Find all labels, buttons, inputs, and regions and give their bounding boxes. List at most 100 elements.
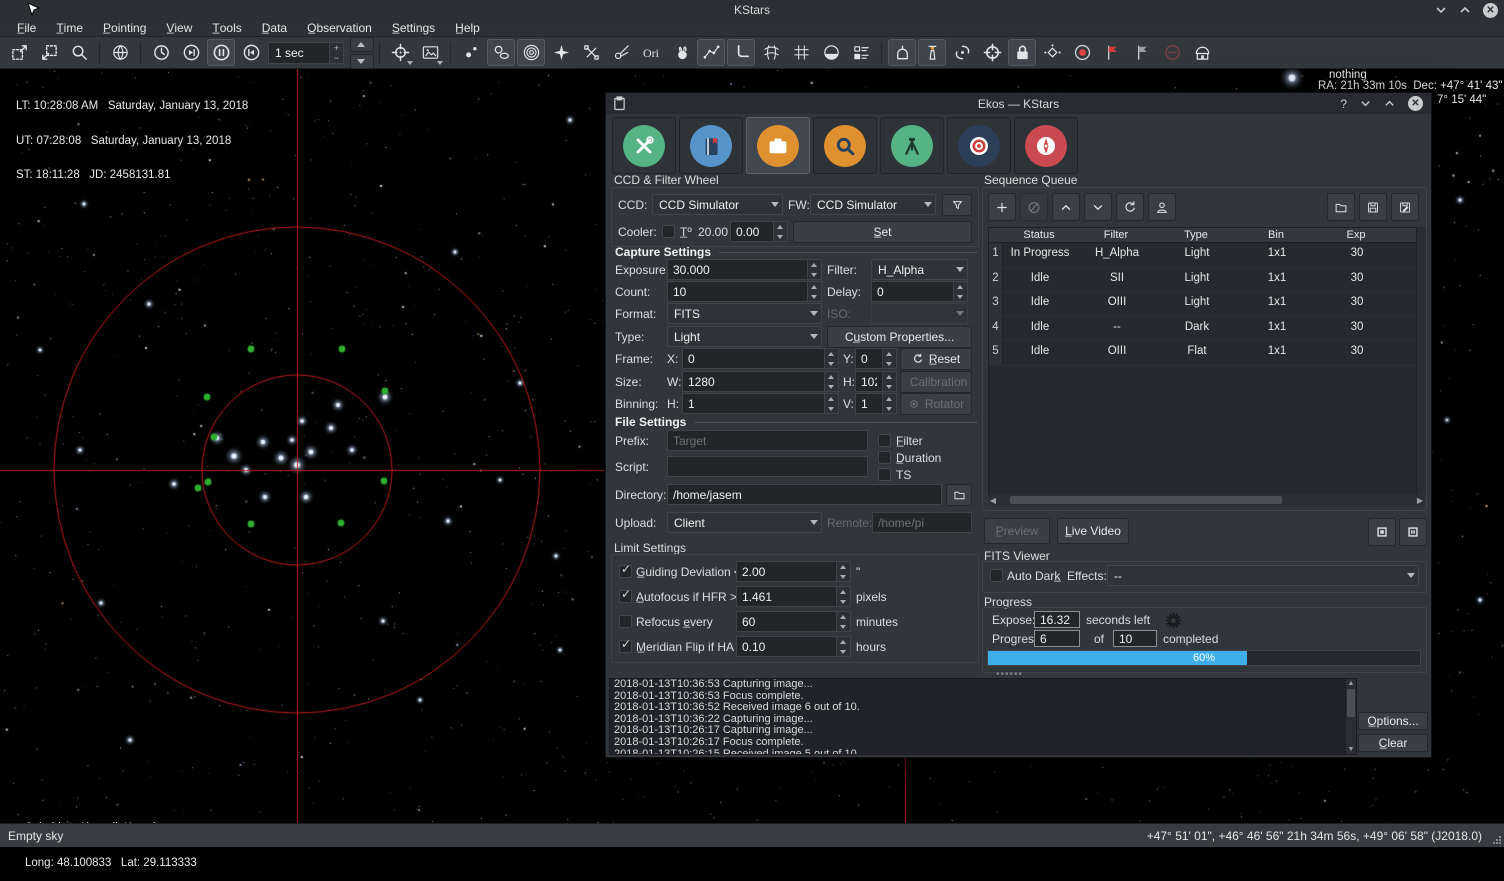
set-time-button[interactable] [147, 39, 175, 66]
ekos-tab-setup[interactable] [612, 117, 676, 174]
log-scrollbar[interactable]: ▲ ▼ [1345, 679, 1356, 754]
center-telescope-button[interactable] [978, 39, 1006, 66]
set-temperature-button[interactable]: S̲et [793, 221, 972, 243]
scroll-up-arrow-icon[interactable]: ▲ [1346, 679, 1356, 688]
time-step-unit-buttons[interactable]: +− [329, 42, 344, 64]
scroll-right-arrow-icon[interactable]: ▶ [1415, 495, 1425, 505]
show-dome-button[interactable] [888, 39, 916, 66]
refocus-every-checkbox[interactable] [619, 615, 632, 628]
pointing-button[interactable] [386, 39, 414, 66]
options-button[interactable]: O̲ptions... [1358, 712, 1428, 730]
preview-button[interactable]: P̲review [984, 518, 1050, 544]
reset-frame-button[interactable]: R̲eset [900, 348, 972, 370]
delay-spin[interactable] [871, 281, 968, 302]
rotator-button[interactable]: Rotator [900, 393, 972, 415]
ekos-tab-focus[interactable] [813, 117, 877, 174]
menu-data[interactable]: D̲ata [253, 20, 296, 36]
ekos-minimize-button[interactable] [1360, 98, 1371, 109]
menu-tools[interactable]: T̲ools [203, 20, 250, 36]
toggle-clock-button[interactable] [207, 39, 235, 66]
find-object-button[interactable] [65, 39, 93, 66]
ekos-tab-guide[interactable] [947, 117, 1011, 174]
sequence-job-row[interactable]: 4Idle--Dark1x130 [989, 317, 1417, 342]
calibration-button[interactable]: Calibration [900, 371, 972, 393]
meridian-flip-checkbox[interactable] [619, 640, 632, 653]
frame-y-spin[interactable] [855, 348, 897, 369]
record-button[interactable] [1068, 39, 1096, 66]
format-combo[interactable]: FITS [667, 303, 822, 324]
show-constellation-boundaries-button[interactable] [727, 39, 755, 66]
reset-jobs-button[interactable] [1116, 193, 1144, 221]
sequence-horizontal-scrollbar[interactable]: ◀ ▶ [988, 495, 1425, 505]
show-constellation-names-button[interactable]: Ori [637, 39, 665, 66]
upload-combo[interactable]: Client [667, 512, 822, 533]
zoom-out-button[interactable] [35, 39, 63, 66]
ekos-titlebar[interactable]: Ekos — KStars ? ✕ [606, 93, 1431, 114]
fits-image-button[interactable] [416, 39, 444, 66]
show-stars-button[interactable] [457, 39, 485, 66]
sequence-job-row[interactable]: 1In ProgressH_AlphaLight1x130 [989, 243, 1417, 268]
observatory-button[interactable] [1188, 39, 1216, 66]
show-satellites-button[interactable] [577, 39, 605, 66]
show-planets-button[interactable] [547, 39, 575, 66]
cooler-checkbox[interactable] [662, 225, 675, 238]
type-combo[interactable]: Light [667, 326, 822, 347]
browse-directory-button[interactable] [946, 484, 972, 506]
step-backward-button[interactable] [177, 39, 205, 66]
open-sequence-button[interactable] [1327, 193, 1355, 221]
show-equatorial-grid-button[interactable] [757, 39, 785, 66]
autofocus-hfr-checkbox[interactable] [619, 590, 632, 603]
menu-settings[interactable]: S̲ettings [383, 20, 444, 36]
move-job-up-button[interactable] [1052, 193, 1080, 221]
show-constellation-art-button[interactable] [667, 39, 695, 66]
guiding-deviation-checkbox[interactable] [619, 565, 632, 578]
ekos-maximize-button[interactable] [1384, 98, 1395, 109]
show-horizon-button[interactable] [817, 39, 845, 66]
sequence-job-row[interactable]: 5IdleOIIIFlat1x130 [989, 341, 1417, 366]
menu-view[interactable]: V̲iew [157, 20, 201, 36]
show-deep-sky-objects-button[interactable] [487, 39, 515, 66]
ekos-tab-align[interactable] [1014, 117, 1078, 174]
sequence-job-row[interactable]: 3IdleOIIILight1x130 [989, 292, 1417, 317]
remove-job-button[interactable] [1020, 193, 1048, 221]
stop-capture-button[interactable] [1368, 518, 1396, 546]
filter-manager-button[interactable] [942, 194, 972, 216]
filter-suffix-checkbox[interactable] [878, 434, 891, 447]
flag-gray-button[interactable] [1128, 39, 1156, 66]
autofocus-hfr-spin[interactable] [736, 586, 851, 607]
save-sequence-as-button[interactable] [1391, 193, 1419, 221]
live-video-button[interactable]: L̲ive Video [1057, 518, 1129, 544]
sequence-vertical-scrollbar[interactable] [1416, 227, 1426, 494]
frame-x-spin[interactable] [682, 348, 839, 369]
zoom-in-button[interactable] [5, 39, 33, 66]
filter-combo[interactable]: H_Alpha [871, 259, 968, 280]
flag-red-button[interactable] [1098, 39, 1126, 66]
window-minimize-button[interactable] [1435, 4, 1447, 16]
show-flags-button[interactable] [847, 39, 875, 66]
filter-wheel-combo[interactable]: CCD Simulator [810, 194, 936, 215]
ccd-combo[interactable]: CCD Simulator [652, 194, 783, 215]
refocus-every-spin[interactable] [736, 611, 851, 632]
menu-observation[interactable]: O̲bservation [298, 20, 381, 36]
lock-position-button[interactable] [1008, 39, 1036, 66]
slew-disabled-button[interactable] [1158, 39, 1186, 66]
binning-v-spin[interactable] [855, 393, 897, 414]
save-sequence-button[interactable] [1359, 193, 1387, 221]
size-h-spin[interactable] [855, 371, 897, 392]
step-down-button[interactable] [350, 54, 374, 69]
ekos-tab-mount[interactable] [880, 117, 944, 174]
scrollbar-thumb[interactable] [1010, 496, 1282, 504]
meridian-flip-spin[interactable] [736, 636, 851, 657]
show-milky-way-button[interactable] [948, 39, 976, 66]
pause-capture-button[interactable] [1399, 518, 1427, 546]
set-geo-location-button[interactable] [106, 39, 134, 66]
directory-input[interactable] [667, 484, 942, 505]
exposure-spin[interactable] [667, 259, 822, 280]
auto-dark-checkbox[interactable] [990, 569, 1003, 582]
scroll-left-arrow-icon[interactable]: ◀ [988, 495, 998, 505]
sequence-job-row[interactable]: 2IdleSIILight1x130 [989, 268, 1417, 293]
simulate-eyepiece-button[interactable] [918, 39, 946, 66]
binning-h-spin[interactable] [682, 393, 839, 414]
scroll-down-arrow-icon[interactable]: ▼ [1346, 745, 1356, 754]
time-step-steppers[interactable] [350, 37, 374, 69]
